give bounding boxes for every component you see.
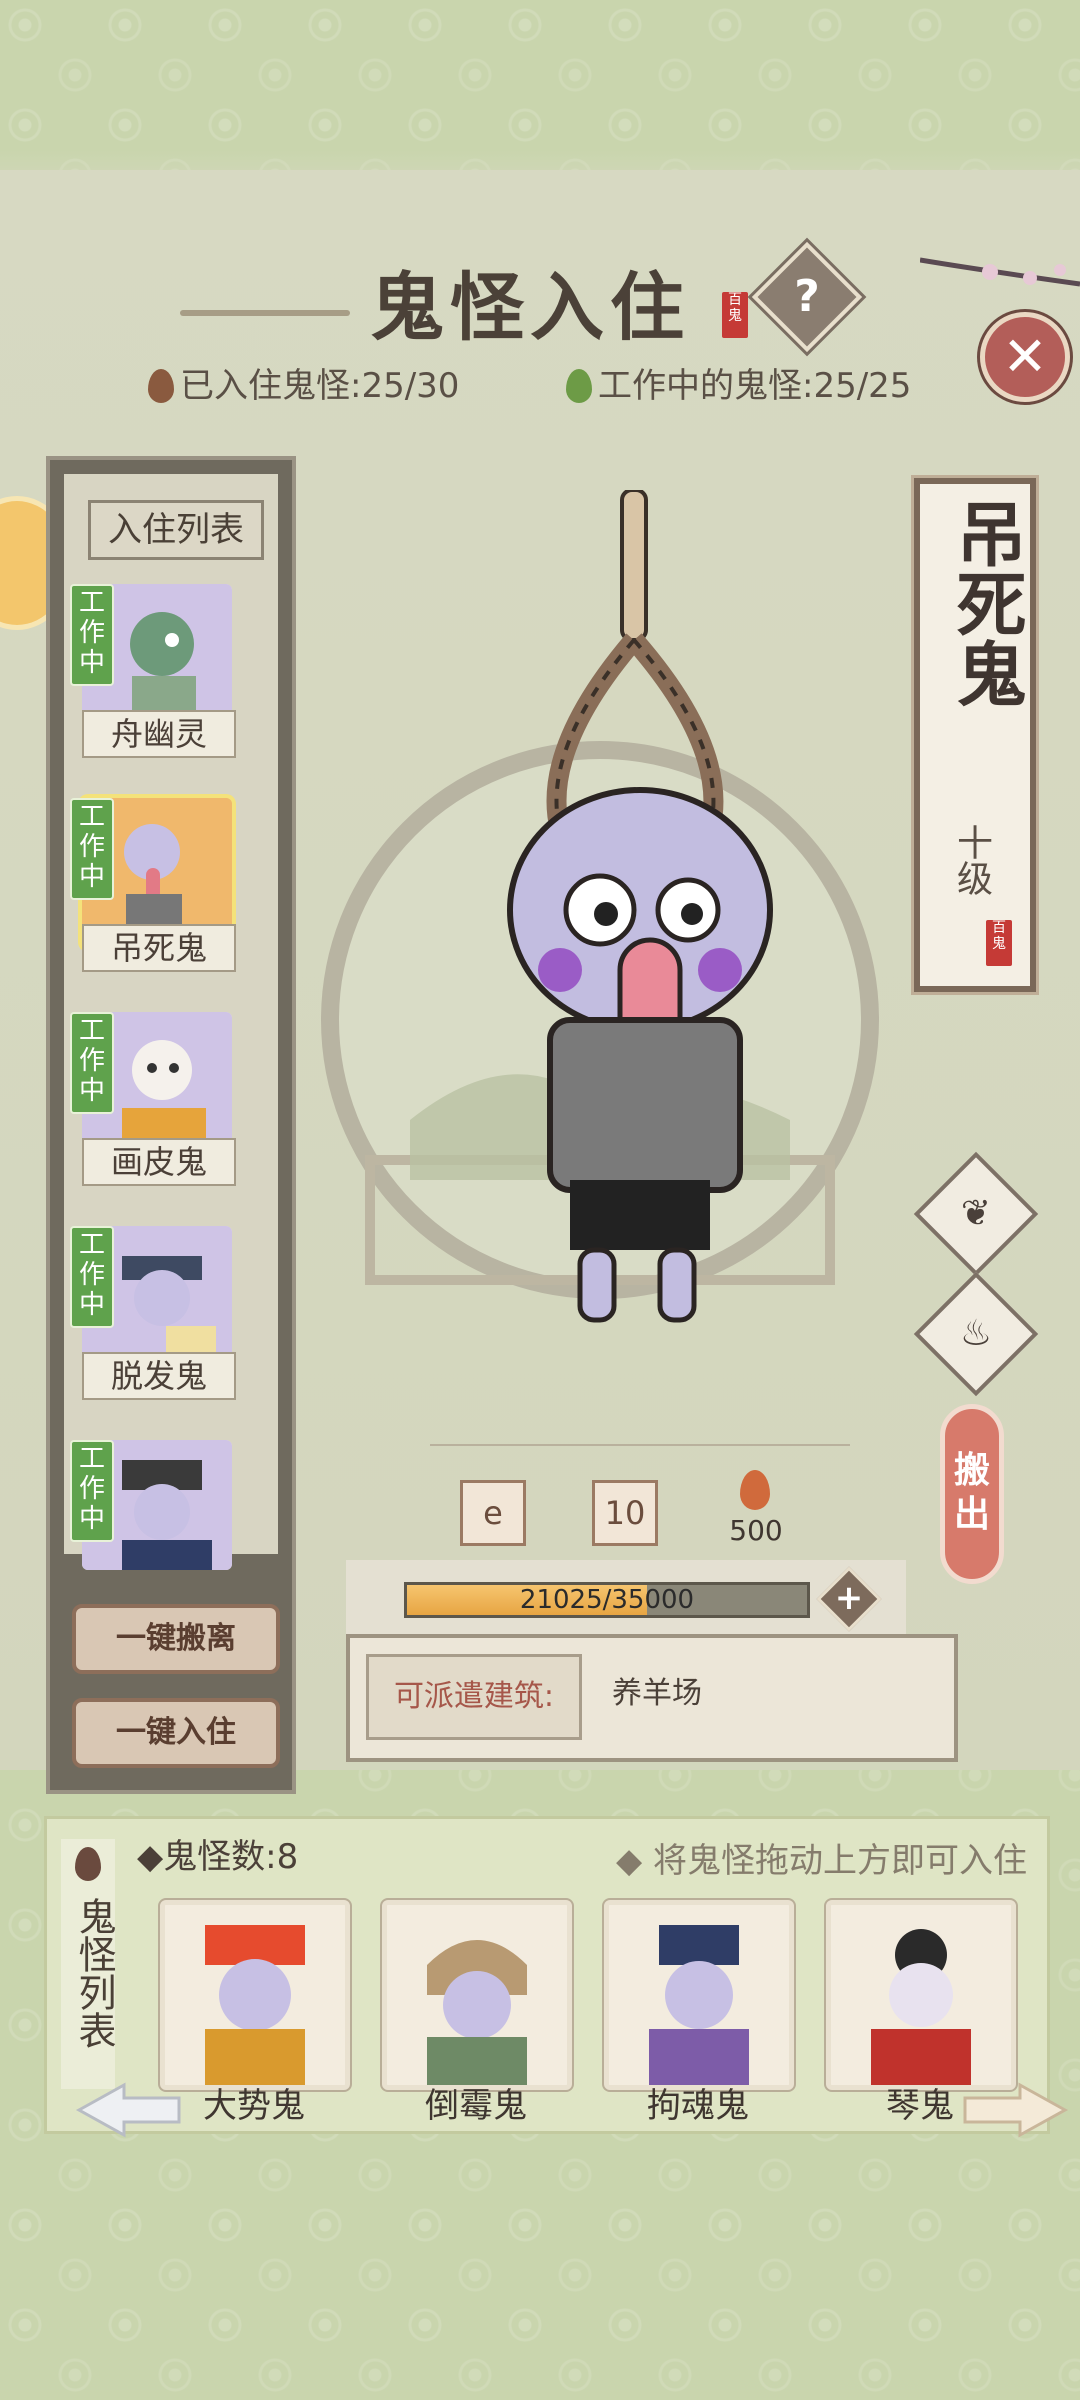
roster-card-name: 吊死鬼 xyxy=(82,924,236,972)
ghost-list-card[interactable] xyxy=(160,1900,350,2090)
move-out-label: 搬出 xyxy=(953,1450,990,1535)
flame-icon xyxy=(148,369,174,403)
roster-card[interactable]: 工作中 吊死鬼 xyxy=(70,798,242,986)
roster-card-name: 舟幽灵 xyxy=(82,710,236,758)
fire-count: 500 xyxy=(729,1514,783,1547)
page-title: 鬼怪入住 xyxy=(180,240,840,351)
working-badge: 工作中 xyxy=(70,798,114,900)
working-badge: 工作中 xyxy=(70,1012,114,1114)
close-icon: ✕ xyxy=(1002,325,1048,388)
working-badge: 工作中 xyxy=(70,1440,114,1542)
fire-icon xyxy=(740,1470,770,1510)
working-badge: 工作中 xyxy=(70,1226,114,1328)
nameplate-seal: 百鬼 xyxy=(986,920,1012,966)
ghost-list-name: 倒霉鬼 xyxy=(425,2086,527,2126)
working-count-text: 工作中的鬼怪:25/25 xyxy=(598,366,912,406)
roster-card[interactable]: 工作中 画皮鬼 xyxy=(70,1012,242,1200)
roster-card[interactable]: 工作中 舟幽灵 xyxy=(70,584,242,772)
resident-count: 已入住鬼怪:25/30 xyxy=(148,358,459,407)
remove-all-button[interactable]: 一键搬离 xyxy=(72,1604,280,1674)
exp-text: 21025/35000 xyxy=(519,1585,695,1615)
ghost-level: 十级 xyxy=(951,824,992,896)
title-ornament-left xyxy=(180,310,350,316)
ghost-list-side: 鬼怪列表 xyxy=(61,1839,116,2089)
ghost-nameplate: 吊死鬼 十级 百鬼 xyxy=(914,478,1036,992)
ghost-list-name: 拘魂鬼 xyxy=(647,2086,749,2126)
ghost-list-card[interactable] xyxy=(382,1900,572,2090)
assign-panel: 可派遣建筑: 养羊场 xyxy=(346,1634,958,1762)
plus-icon: + xyxy=(834,1578,864,1618)
scroll-right-arrow-icon[interactable] xyxy=(960,2080,1070,2140)
working-badge: 工作中 xyxy=(70,584,114,686)
ghost-count: ◆鬼怪数:8 xyxy=(137,1837,299,1877)
ghost-list-card[interactable] xyxy=(826,1900,1016,2090)
close-button[interactable]: ✕ xyxy=(980,312,1070,402)
question-icon: ? xyxy=(794,271,820,322)
skill-e-icon[interactable]: e xyxy=(460,1480,526,1546)
resident-count-text: 已入住鬼怪:25/30 xyxy=(180,366,460,406)
move-out-button[interactable]: 搬出 xyxy=(940,1404,1004,1584)
exp-bar: 21025/35000 xyxy=(404,1582,810,1618)
ink-splash-icon: ❦ xyxy=(960,1193,992,1234)
plum-branch-icon xyxy=(920,257,1080,287)
drag-hint: ◆ 将鬼怪拖动上方即可入住 xyxy=(616,1841,1027,1881)
ghost-list-flame-icon xyxy=(75,1847,101,1881)
bag-icon: ♨ xyxy=(959,1313,993,1354)
roster-card[interactable]: 工作中 脱发鬼 xyxy=(70,1226,242,1414)
add-all-button[interactable]: 一键入住 xyxy=(72,1698,280,1768)
roster-card-name: 画皮鬼 xyxy=(82,1138,236,1186)
title-seal: 百鬼 xyxy=(722,292,748,338)
roster-card[interactable]: 工作中 xyxy=(70,1440,242,1570)
level-slot[interactable]: 10 xyxy=(592,1480,658,1546)
ghost-list-card[interactable] xyxy=(604,1900,794,2090)
ghost-list-name: 大势鬼 xyxy=(203,2086,305,2126)
roster-title: 入住列表 xyxy=(88,500,264,560)
scroll-left-arrow-icon[interactable] xyxy=(74,2080,184,2140)
assign-value[interactable]: 养羊场 xyxy=(612,1654,702,1734)
title-text: 鬼怪入住 xyxy=(370,265,690,351)
assign-label: 可派遣建筑: xyxy=(366,1654,582,1740)
hanging-ghost-character xyxy=(507,787,773,1323)
ghost-list-title: 鬼怪列表 xyxy=(72,1897,116,2049)
roster-card-name: 脱发鬼 xyxy=(82,1352,236,1400)
green-flame-icon xyxy=(566,369,592,403)
ghost-name-vertical: 吊死鬼 xyxy=(945,498,1028,708)
working-count: 工作中的鬼怪:25/25 xyxy=(566,358,911,407)
